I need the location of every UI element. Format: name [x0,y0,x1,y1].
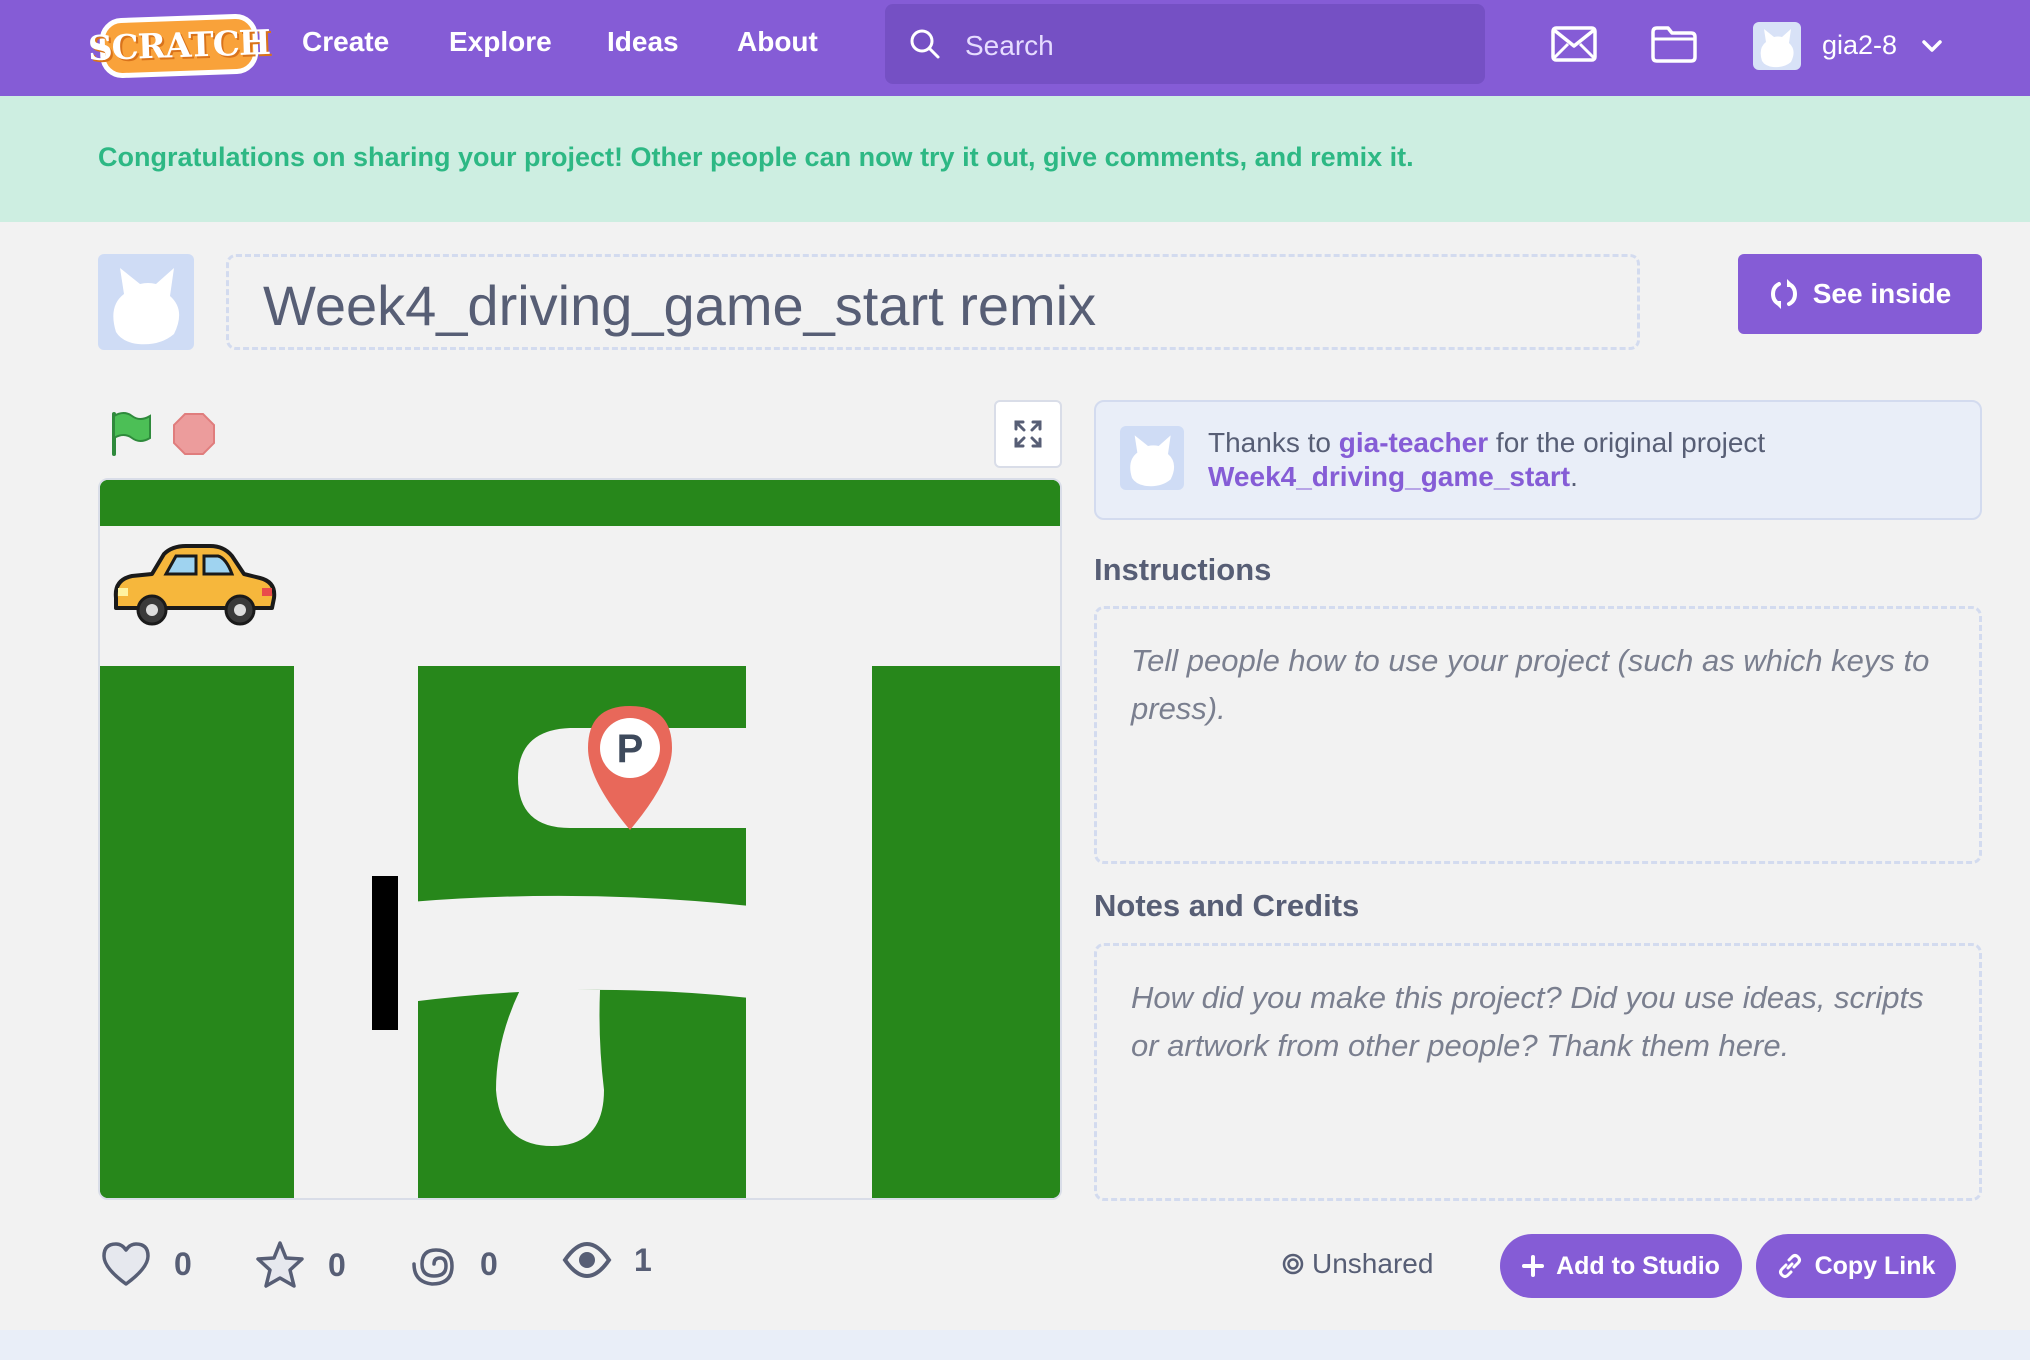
driving-maze-backdrop: P [100,480,1060,1198]
remix-credit-text: Thanks to gia-teacher for the original p… [1208,426,1765,494]
see-inside-label: See inside [1812,278,1952,309]
remix-count: 0 [480,1245,498,1282]
remix-arrows-icon [1770,279,1797,309]
notes-textarea[interactable]: How did you make this project? Did you u… [1094,943,1982,1201]
love-stat[interactable]: 0 [100,1240,192,1288]
view-stat: 1 [562,1240,652,1280]
notes-placeholder: How did you make this project? Did you u… [1131,980,1924,1063]
svg-text:P: P [617,727,644,771]
view-count: 1 [634,1241,652,1278]
green-flag-icon[interactable] [108,410,154,458]
credit-prefix: Thanks to [1208,427,1331,458]
star-icon [256,1241,304,1288]
nav-ideas-link[interactable]: Ideas [607,26,679,58]
cat-avatar-icon [113,268,180,345]
credit-suffix: . [1570,461,1578,492]
unshared-icon [1282,1253,1304,1275]
search-placeholder: Search [965,30,1054,61]
search-icon [910,29,940,59]
project-title: Week4_driving_game_start remix [263,274,1097,337]
remix-stat: 0 [410,1240,498,1288]
favorite-stat[interactable]: 0 [254,1240,346,1290]
heart-icon [102,1242,150,1286]
footer-strip [0,1330,2030,1360]
add-to-studio-button[interactable]: Add to Studio [1500,1234,1742,1298]
instructions-heading: Instructions [1094,552,1272,587]
cat-avatar-icon [1760,29,1794,68]
original-author-avatar[interactable] [1120,426,1184,490]
eye-icon [562,1241,612,1279]
love-count: 0 [174,1245,192,1282]
banner-message: Congratulations on sharing your project!… [98,142,1414,172]
fullscreen-icon [1014,420,1042,448]
share-success-banner: Congratulations on sharing your project!… [0,96,2030,222]
notes-heading: Notes and Credits [1094,888,1360,923]
top-nav: SCRATCH Create Explore Ideas About Searc… [0,0,2030,96]
user-avatar[interactable] [1753,22,1801,70]
username-label[interactable]: gia2-8 [1822,30,1897,61]
nav-about-link[interactable]: About [737,26,818,58]
favorite-count: 0 [328,1246,346,1283]
original-author-link[interactable]: gia-teacher [1339,427,1488,458]
see-inside-button[interactable]: See inside [1738,254,1982,334]
remix-credit-box: Thanks to gia-teacher for the original p… [1094,400,1982,520]
copy-link-button[interactable]: Copy Link [1756,1234,1956,1298]
nav-explore-link[interactable]: Explore [449,26,552,58]
stop-sign-icon[interactable] [172,412,216,456]
share-status: Unshared [1282,1248,1433,1280]
link-icon [1778,1254,1801,1278]
instructions-textarea[interactable]: Tell people how to use your project (suc… [1094,606,1982,864]
scratch-logo[interactable]: SCRATCH [87,13,271,79]
messages-icon[interactable] [1550,24,1598,64]
fullscreen-button[interactable] [994,400,1062,468]
add-to-studio-label: Add to Studio [1556,1251,1720,1280]
original-project-link[interactable]: Week4_driving_game_start [1208,461,1570,492]
copy-link-label: Copy Link [1814,1251,1936,1280]
share-status-label: Unshared [1312,1248,1434,1279]
my-stuff-folder-icon[interactable] [1650,24,1698,64]
nav-create-link[interactable]: Create [302,26,389,58]
instructions-placeholder: Tell people how to use your project (suc… [1131,643,1930,726]
credit-middle: for the original project [1495,427,1766,458]
plus-icon [1522,1255,1545,1277]
project-title-input[interactable]: Week4_driving_game_start remix [226,254,1640,350]
project-stage[interactable]: P [98,478,1062,1200]
project-author-avatar[interactable] [98,254,194,350]
cat-avatar-icon [1130,435,1175,487]
remix-spiral-icon [412,1248,454,1286]
chevron-down-icon[interactable] [1920,34,1944,58]
search-input[interactable]: Search [885,4,1485,84]
